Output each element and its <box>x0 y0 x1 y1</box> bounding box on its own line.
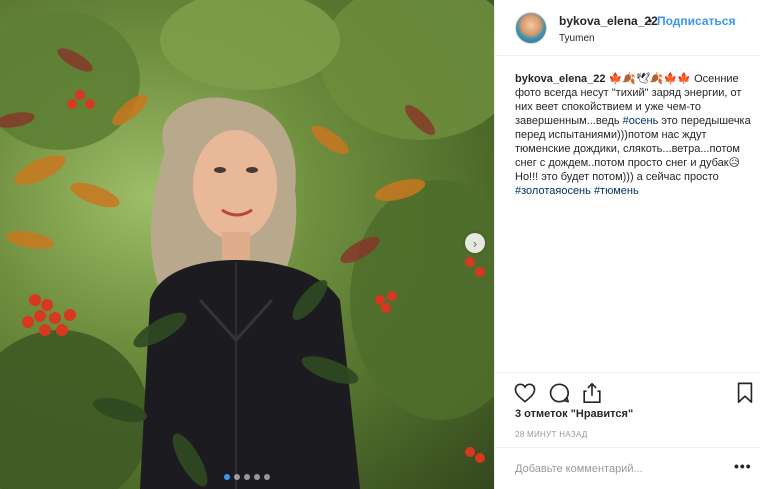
hashtag-link[interactable]: #осень <box>623 115 659 127</box>
comment-input[interactable] <box>515 460 715 478</box>
bookmark-icon[interactable] <box>733 381 757 405</box>
hashtag-link[interactable]: #тюмень <box>594 185 639 197</box>
post-caption: bykova_elena_22 🍁🍂🕊🍂🍁🍁 Осенние фото всег… <box>515 72 755 198</box>
post-header: bykova_elena_22 • Подписаться Tyumen <box>495 0 760 56</box>
hashtag-link[interactable]: #золотаяосень <box>515 185 591 197</box>
carousel-next-button[interactable]: › <box>465 233 485 253</box>
heart-icon[interactable] <box>513 381 537 405</box>
carousel-dot <box>244 474 250 480</box>
carousel-dot <box>264 474 270 480</box>
carousel-dot <box>224 474 230 480</box>
comment-icon[interactable] <box>547 381 571 405</box>
header-separator: • <box>648 14 653 28</box>
share-icon[interactable] <box>580 381 604 405</box>
carousel-indicator <box>0 474 494 480</box>
avatar[interactable] <box>515 12 547 44</box>
chevron-right-icon: › <box>472 235 478 251</box>
post-actions <box>495 372 760 408</box>
likes-label: "Нравится" <box>570 408 634 420</box>
comment-box: ••• <box>495 447 760 489</box>
follow-button[interactable]: Подписаться <box>657 14 735 28</box>
carousel-dot <box>254 474 260 480</box>
post-side-panel: bykova_elena_22 • Подписаться Tyumen byk… <box>494 0 760 489</box>
location-link[interactable]: Tyumen <box>559 33 595 44</box>
likes-number: 3 отметок <box>515 408 568 420</box>
caption-emoji: 🍁🍂🕊🍂🍁🍁 <box>608 73 692 85</box>
more-options-icon[interactable]: ••• <box>734 459 752 473</box>
likes-count[interactable]: 3 отметок "Нравится" <box>515 408 633 420</box>
carousel-dot <box>234 474 240 480</box>
post-photo[interactable]: › <box>0 0 494 489</box>
username-link[interactable]: bykova_elena_22 <box>559 14 658 28</box>
photo-scene <box>0 0 494 489</box>
post-timestamp[interactable]: 28 МИНУТ НАЗАД <box>515 430 588 439</box>
caption-username[interactable]: bykova_elena_22 <box>515 73 606 85</box>
